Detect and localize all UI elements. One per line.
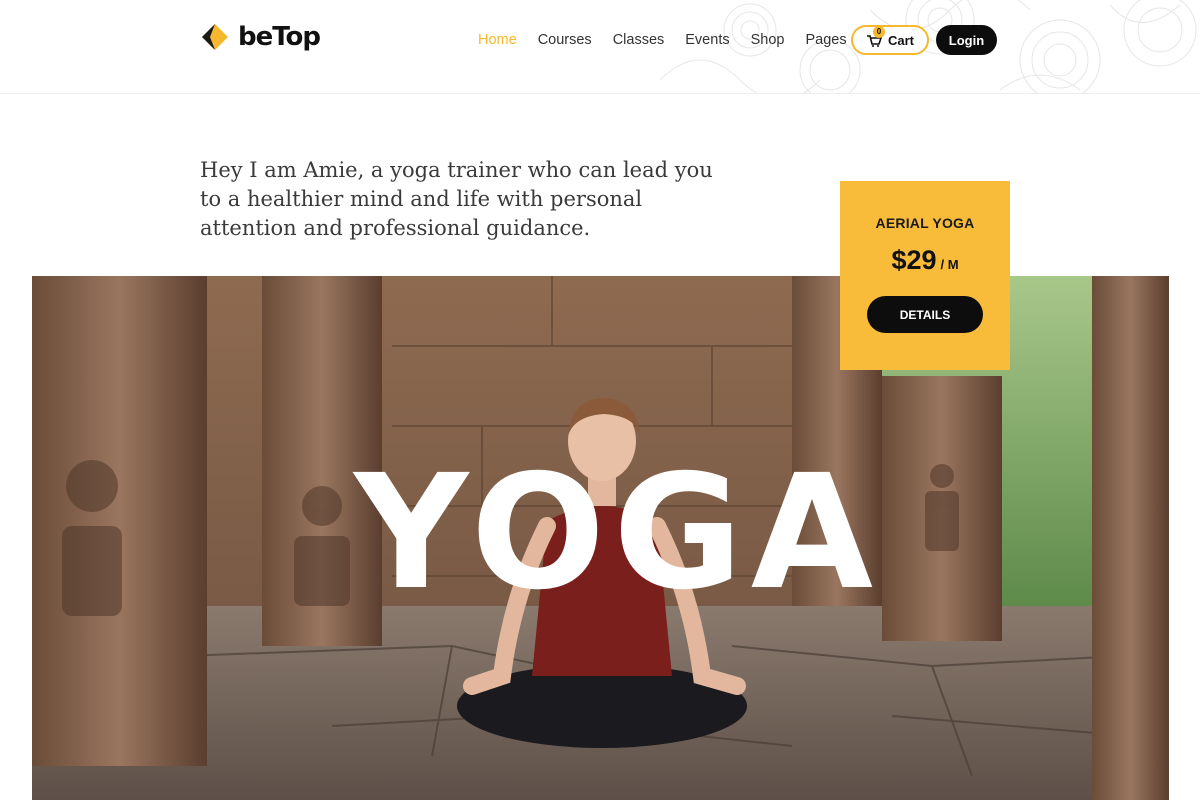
nav-item-pages[interactable]: Pages (805, 32, 846, 48)
cart-button[interactable]: 0 Cart (851, 25, 929, 55)
intro-text: Hey I am Amie, a yoga trainer who can le… (200, 158, 713, 240)
nav-item-courses[interactable]: Courses (538, 32, 592, 48)
pricing-card: AERIAL YOGA $29 / M DETAILS (840, 181, 1010, 370)
brand-name: beTop (238, 22, 321, 52)
cart-icon: 0 (866, 26, 885, 47)
pricing-price-row: $29 / M (840, 245, 1010, 276)
login-button[interactable]: Login (936, 25, 997, 55)
nav-item-shop[interactable]: Shop (751, 32, 785, 48)
nav-item-events[interactable]: Events (685, 32, 729, 48)
cart-count-badge: 0 (872, 26, 885, 38)
cart-label: Cart (887, 32, 914, 48)
pricing-unit: / M (940, 257, 959, 272)
pricing-title: AERIAL YOGA (875, 215, 975, 231)
logo-mark-icon (202, 24, 228, 50)
details-button[interactable]: DETAILS (867, 296, 983, 333)
main-nav: Home Courses Classes Events Shop Pages (478, 25, 868, 55)
pricing-amount: $29 (891, 245, 937, 275)
nav-item-home[interactable]: Home (478, 32, 517, 48)
hero-overlay-text: YOGA (354, 441, 882, 625)
site-header: beTop Home Courses Classes Events Shop P… (0, 0, 1200, 94)
brand-logo[interactable]: beTop (200, 20, 321, 54)
nav-item-classes[interactable]: Classes (613, 32, 665, 48)
